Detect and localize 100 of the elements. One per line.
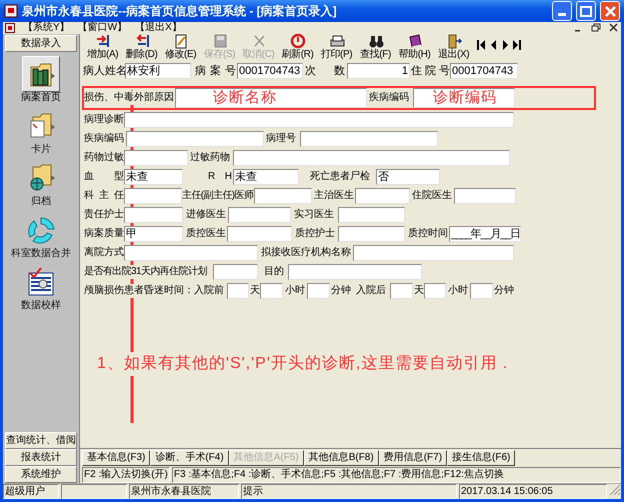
nav-button[interactable]: 报表统计 xyxy=(5,449,77,466)
field-label: 进修医生 xyxy=(186,208,227,222)
resize-grip-icon[interactable] xyxy=(609,484,621,496)
section-button[interactable]: 数据录入 xyxy=(5,35,77,52)
field-label: 病案质量 xyxy=(84,226,124,240)
input-field[interactable] xyxy=(124,244,258,260)
field-label: 天 xyxy=(250,284,260,298)
tab[interactable]: 诊断、手术(F4) xyxy=(150,450,229,466)
input-field[interactable]: 未查 xyxy=(233,168,299,184)
menu-item[interactable]: 【退出X】 xyxy=(135,22,182,34)
toolbar-button[interactable]: 删除(D) xyxy=(122,33,161,61)
input-field[interactable] xyxy=(254,188,312,204)
close-button[interactable] xyxy=(600,1,620,21)
input-field[interactable]: 诊断编码 xyxy=(413,88,515,108)
tab[interactable]: 费用信息(F7) xyxy=(378,450,448,466)
input-field[interactable]: 1 xyxy=(347,63,410,79)
add-icon xyxy=(94,33,110,49)
field-label: 天 xyxy=(414,284,424,298)
input-field[interactable]: 林安利 xyxy=(125,63,191,79)
field-label: 主治医生 xyxy=(314,188,354,202)
toolbar-button[interactable]: 帮助(H) xyxy=(395,33,434,61)
status-text: 提示 xyxy=(241,484,457,499)
input-field[interactable] xyxy=(353,244,514,260)
input-field[interactable] xyxy=(338,206,405,222)
input-field[interactable] xyxy=(338,226,405,242)
toolbar-button[interactable]: 增加(A) xyxy=(83,33,122,61)
tab[interactable]: 其他信息B(F8) xyxy=(304,450,379,466)
field-label: 过敏药物 xyxy=(190,150,232,164)
binoculars-icon xyxy=(368,33,384,49)
field-label: 病理诊断 xyxy=(84,112,124,126)
menu-item[interactable]: 【窗口W】 xyxy=(78,22,128,34)
input-field[interactable]: 未查 xyxy=(124,168,183,184)
sidebar-item[interactable]: 卡片 xyxy=(31,144,51,156)
input-field[interactable] xyxy=(228,206,291,222)
previous-icon[interactable] xyxy=(489,39,497,51)
field-label: 小时 xyxy=(448,284,469,298)
toolbar-button[interactable]: 打印(P) xyxy=(317,33,356,61)
input-field[interactable] xyxy=(300,130,438,146)
tab[interactable]: 接生信息(F6) xyxy=(447,450,516,466)
input-field[interactable] xyxy=(288,264,422,280)
status-text: 泉州市永春县医院 xyxy=(129,484,239,499)
hint-text: F2 :输入法切换(开) xyxy=(82,467,170,483)
input-field[interactable] xyxy=(124,188,182,204)
input-field[interactable] xyxy=(124,112,514,128)
toolbar-button[interactable]: 查找(F) xyxy=(356,33,395,61)
field-label: 小时 xyxy=(285,284,306,298)
input-field[interactable] xyxy=(470,282,493,298)
nav-button[interactable]: 查询统计、借阅 xyxy=(5,432,77,449)
sidebar-item[interactable]: 科室数据合并 xyxy=(11,248,71,260)
sidebar-item[interactable]: 病案首页 xyxy=(21,92,61,104)
field-label: 病理号 xyxy=(266,132,299,146)
field-label: 离院方式 xyxy=(84,246,124,260)
field-label: 质控护士 xyxy=(295,226,337,240)
field-label: 死亡患者尸检 xyxy=(310,170,372,184)
input-field[interactable] xyxy=(233,150,510,166)
input-field[interactable]: 否 xyxy=(376,168,440,184)
sidebar-item[interactable]: 数据校样 xyxy=(21,300,61,312)
field-label: 血 型 xyxy=(84,170,124,184)
input-field[interactable] xyxy=(227,226,292,242)
last-record-icon[interactable] xyxy=(513,39,521,51)
input-field[interactable] xyxy=(355,188,410,204)
input-field[interactable] xyxy=(126,130,264,146)
input-field[interactable] xyxy=(390,282,413,298)
toolbar-button[interactable]: 修改(E) xyxy=(161,33,200,61)
window-title: 泉州市永春县医院--病案首页信息管理系统 - [病案首页录入] xyxy=(22,3,338,20)
input-field[interactable]: ____年__月__日 xyxy=(449,226,521,242)
input-field[interactable] xyxy=(260,282,283,298)
field-label: 分钟 xyxy=(494,284,516,298)
input-field[interactable] xyxy=(124,150,188,166)
menu-item[interactable]: 【系统Y】 xyxy=(23,22,70,34)
save-icon xyxy=(212,33,228,49)
field-label: 质控医生 xyxy=(186,226,227,240)
input-field[interactable] xyxy=(227,282,249,298)
input-field[interactable]: 诊断名称 xyxy=(175,88,367,108)
input-field[interactable] xyxy=(213,264,258,280)
tab[interactable]: 基本信息(F3) xyxy=(82,450,150,466)
app-icon xyxy=(5,23,15,33)
field-label: 病人姓名 xyxy=(83,64,125,79)
next-icon[interactable] xyxy=(501,39,509,51)
toolbar-button[interactable]: 刷新(R) xyxy=(278,33,317,61)
close-icon[interactable] xyxy=(609,23,619,33)
annotation-text: 诊断名称 xyxy=(213,89,277,106)
first-record-icon[interactable] xyxy=(477,39,485,51)
toolbar-button[interactable]: 退出(X) xyxy=(434,33,473,61)
input-field[interactable]: 0001704743 xyxy=(237,63,303,79)
input-field[interactable]: 0001704743 xyxy=(450,63,518,79)
field-label: 药物过敏 xyxy=(84,150,124,164)
input-field[interactable] xyxy=(424,282,446,298)
input-field[interactable]: 甲 xyxy=(124,226,183,242)
restore-icon[interactable] xyxy=(591,23,601,33)
status-text: 超级用户 xyxy=(3,484,59,499)
input-field[interactable] xyxy=(307,282,330,298)
sidebar-item[interactable]: 归档 xyxy=(31,196,51,208)
input-field[interactable] xyxy=(124,206,183,222)
minimize-button[interactable] xyxy=(552,1,572,21)
app-icon xyxy=(4,4,18,18)
input-field[interactable] xyxy=(454,188,516,204)
field-label: 实习医生 xyxy=(294,208,336,222)
maximize-button[interactable] xyxy=(576,1,596,21)
nav-button[interactable]: 系统维护 xyxy=(5,466,77,483)
